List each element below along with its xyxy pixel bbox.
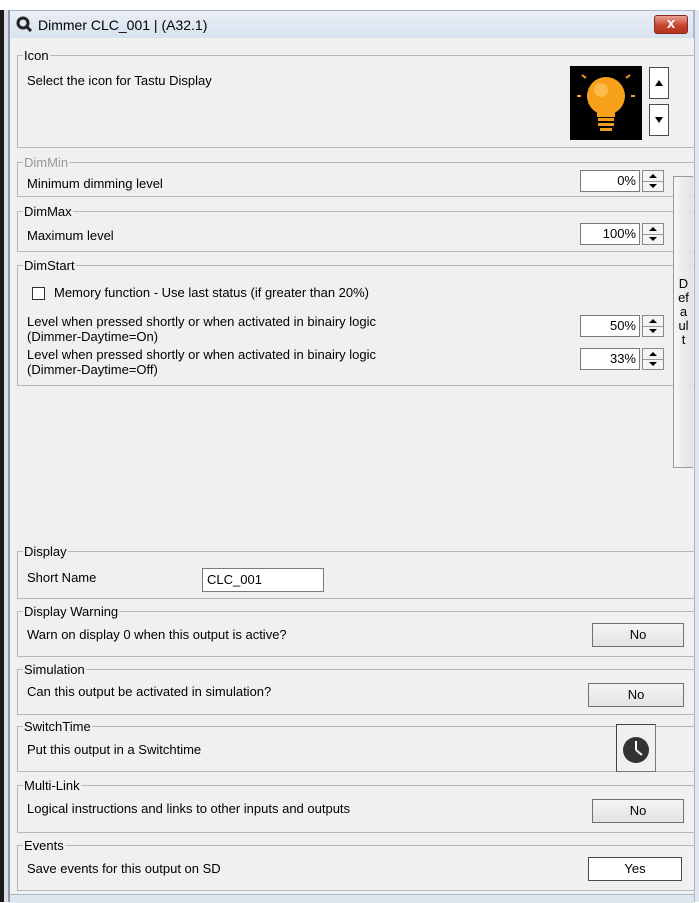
dimmax-spin-buttons[interactable] — [642, 223, 664, 245]
spin-down-button[interactable] — [643, 234, 663, 244]
default-letter-3: a — [679, 304, 688, 319]
memory-function-checkbox[interactable] — [32, 287, 45, 300]
spin-up-icon — [649, 227, 657, 231]
spin-up-icon — [649, 174, 657, 178]
spin-down-icon — [649, 184, 657, 188]
level-on-value[interactable]: 50% — [580, 315, 640, 337]
spin-up-icon — [649, 352, 657, 356]
close-icon: x — [666, 15, 676, 32]
dimmin-label: Minimum dimming level — [27, 176, 163, 191]
spin-down-button[interactable] — [643, 326, 663, 336]
dimmax-value[interactable]: 100% — [580, 223, 640, 245]
window-right-border — [694, 10, 699, 902]
dimmin-spin-buttons[interactable] — [642, 170, 664, 192]
level-off-label: Level when pressed shortly or when activ… — [27, 347, 376, 377]
dimmin-value[interactable]: 0% — [580, 170, 640, 192]
display-group: Display — [17, 544, 694, 599]
display-warning-toggle[interactable]: No — [592, 623, 684, 647]
switchtime-label: Put this output in a Switchtime — [27, 742, 202, 757]
level-on-label: Level when pressed shortly or when activ… — [27, 314, 376, 344]
lightbulb-icon — [577, 74, 635, 131]
short-name-input[interactable]: CLC_001 — [202, 568, 324, 592]
spin-down-icon — [649, 362, 657, 366]
memory-function-label: Memory function - Use last status (if gr… — [54, 285, 370, 300]
dimmin-spinbox[interactable]: 0% — [580, 170, 664, 192]
default-letter-2: ef — [678, 290, 689, 305]
spin-down-button[interactable] — [643, 359, 663, 369]
switchtime-button[interactable] — [616, 724, 656, 772]
spin-down-button[interactable] — [643, 181, 663, 191]
spin-down-icon — [649, 237, 657, 241]
events-label: Save events for this output on SD — [27, 861, 221, 876]
window-left-border — [0, 10, 10, 902]
level-off-label-line1: Level when pressed shortly or when activ… — [27, 347, 377, 362]
simulation-label: Can this output be activated in simulati… — [27, 684, 272, 699]
close-button[interactable]: x — [654, 15, 688, 34]
spin-up-icon — [649, 319, 657, 323]
default-button[interactable]: D ef a ul t — [673, 176, 693, 468]
level-off-spin-buttons[interactable] — [642, 348, 664, 370]
clock-icon — [623, 737, 649, 763]
dimmax-spinbox[interactable]: 100% — [580, 223, 664, 245]
title-bar[interactable]: Dimmer CLC_001 | (A32.1) x — [10, 10, 694, 38]
display-warning-label: Warn on display 0 when this output is ac… — [27, 627, 287, 642]
level-off-spinbox[interactable]: 33% — [580, 348, 664, 370]
default-letter-1: D — [678, 276, 689, 291]
dimmax-legend: DimMax — [24, 204, 72, 219]
dimmin-legend: DimMin — [24, 155, 69, 170]
multilink-legend: Multi-Link — [24, 778, 80, 793]
level-off-value[interactable]: 33% — [580, 348, 640, 370]
multilink-toggle[interactable]: No — [592, 799, 684, 823]
icon-description: Select the icon for Tastu Display — [27, 73, 212, 88]
icon-previous-button[interactable] — [649, 67, 669, 99]
dimmax-label: Maximum level — [27, 228, 114, 243]
display-legend: Display — [24, 544, 67, 559]
events-toggle[interactable]: Yes — [588, 857, 682, 881]
switchtime-legend: SwitchTime — [24, 719, 91, 734]
short-name-label: Short Name — [27, 570, 97, 585]
level-on-spinbox[interactable]: 50% — [580, 315, 664, 337]
triangle-up-icon — [655, 80, 663, 86]
events-legend: Events — [24, 838, 64, 853]
dimstart-legend: DimStart — [24, 258, 75, 273]
level-on-label-line1: Level when pressed shortly or when activ… — [27, 314, 377, 329]
simulation-toggle[interactable]: No — [588, 683, 684, 707]
spin-down-icon — [649, 329, 657, 333]
level-on-spin-buttons[interactable] — [642, 315, 664, 337]
level-off-label-line2: (Dimmer-Daytime=Off) — [27, 362, 158, 377]
simulation-legend: Simulation — [24, 662, 85, 677]
level-on-label-line2: (Dimmer-Daytime=On) — [27, 329, 159, 344]
icon-group-legend: Icon — [24, 48, 49, 63]
multilink-label: Logical instructions and links to other … — [27, 801, 351, 816]
triangle-down-icon — [655, 117, 663, 123]
icon-preview[interactable] — [570, 66, 642, 140]
dimmer-settings-window: Dimmer CLC_001 | (A32.1) x Icon Select t… — [0, 0, 699, 903]
icon-next-button[interactable] — [649, 104, 669, 136]
default-letter-4: ul — [678, 318, 689, 333]
app-logo-icon — [16, 16, 32, 32]
display-warning-legend: Display Warning — [24, 604, 119, 619]
window-title: Dimmer CLC_001 | (A32.1) — [38, 17, 208, 33]
default-letter-5: t — [681, 332, 686, 347]
